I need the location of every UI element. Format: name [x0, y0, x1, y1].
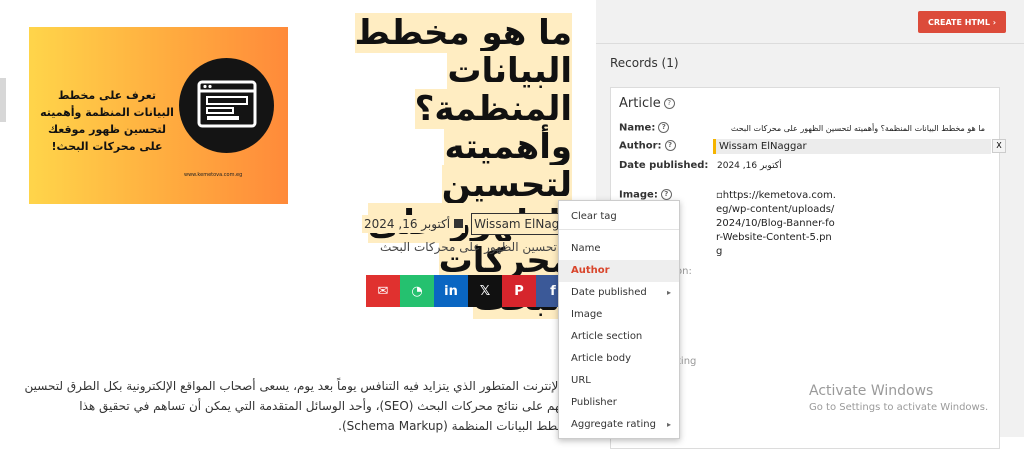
menu-item-publisher[interactable]: Publisher [559, 392, 679, 414]
help-icon[interactable]: ? [660, 189, 672, 200]
menu-item-clear-tag[interactable]: Clear tag [559, 206, 679, 228]
remove-author-button[interactable]: X [992, 139, 1006, 153]
help-icon[interactable]: ? [664, 140, 676, 151]
linkedin-icon[interactable]: in [434, 275, 468, 307]
menu-item-label: Name [571, 243, 601, 254]
activate-subtitle: Go to Settings to activate Windows. [809, 402, 989, 413]
date-published-value: أكتوبر 16, 2024 [717, 161, 782, 171]
banner-text: تعرف على مخطط البيانات المنظمة وأهميته ل… [40, 89, 174, 153]
author-label-text: Author: [619, 140, 662, 152]
menu-item-url[interactable]: URL [559, 370, 679, 392]
date-published-label: Date published: [619, 160, 709, 171]
publish-date-text: أكتوبر 16, 2024 [364, 217, 451, 231]
menu-item-label: Date published [571, 287, 647, 298]
article-title: ما هو مخطط البيانات المنظمة؟ وأهميته لتح… [340, 13, 572, 319]
create-html-label: CREATE HTML [927, 17, 990, 27]
help-icon[interactable]: ? [658, 122, 670, 133]
article-body: عالم الإنترنت المتطور الذي يتزايد فيه ال… [0, 376, 596, 436]
submenu-arrow-icon: ▸ [666, 288, 671, 297]
body-line: هو مخطط البيانات المنظمة (Schema Markup)… [338, 419, 588, 433]
menu-item-label: Publisher [571, 397, 617, 408]
name-value: ما هو مخطط البيانات المنظمة؟ وأهميته لتح… [730, 124, 985, 133]
pinterest-icon[interactable]: P [502, 275, 536, 307]
menu-item-label: Clear tag [571, 211, 617, 222]
banner-url: www.kemetova.com.eg [184, 172, 243, 178]
menu-item-aggregate-rating[interactable]: Aggregate rating ▸ [559, 414, 679, 436]
menu-item-date-published[interactable]: Date published ▸ [559, 282, 679, 304]
image-value: ▫https://kemetova.com.eg/wp-content/uplo… [716, 189, 836, 259]
record-heading: Article? [619, 96, 675, 111]
article-subtitle: تحسين الظهور على محركات البحث [380, 240, 557, 254]
menu-item-label: URL [571, 375, 591, 386]
article-title-text: ما هو مخطط البيانات المنظمة؟ وأهميته لتح… [354, 13, 572, 319]
menu-separator [559, 229, 679, 230]
chevron-right-icon: › [992, 17, 997, 27]
email-icon[interactable]: ✉ [366, 275, 400, 307]
body-line: عالم الإنترنت المتطور الذي يتزايد فيه ال… [24, 379, 588, 393]
x-icon[interactable]: 𝕏 [468, 275, 502, 307]
record-heading-text: Article [619, 96, 661, 111]
name-label-text: Name: [619, 122, 656, 134]
body-line: مواقعهم على نتائج محركات البحث (SEO)، وأ… [79, 399, 588, 413]
activate-title: Activate Windows [809, 383, 934, 399]
menu-item-image[interactable]: Image [559, 304, 679, 326]
menu-item-label: Article body [571, 353, 631, 364]
author-value[interactable]: Wissam ElNaggar [713, 139, 991, 154]
records-count: Records (1) [610, 56, 679, 70]
share-buttons: ✉ ◔ in 𝕏 Pf [366, 275, 570, 307]
browser-window-icon [179, 58, 274, 153]
menu-item-name[interactable]: Name [559, 238, 679, 260]
menu-item-author[interactable]: Author [559, 260, 679, 282]
menu-item-label: Image [571, 309, 603, 320]
image-url: https://kemetova.com.eg/wp-content/uploa… [716, 190, 836, 257]
article-meta: أكتوبر 16, 2024 Wissam ElNaggar [362, 212, 583, 236]
image-label-text: Image: [619, 189, 658, 201]
author-label: Author:? [619, 140, 676, 152]
article-page: تعرف على مخطط البيانات المنظمة وأهميته ل… [0, 0, 596, 437]
panel-divider [596, 43, 1024, 44]
menu-item-article-section[interactable]: Article section [559, 326, 679, 348]
menu-item-article-body[interactable]: Article body [559, 348, 679, 370]
submenu-arrow-icon: ▸ [666, 420, 671, 429]
publish-date: أكتوبر 16, 2024 [362, 215, 466, 233]
article-banner-image: تعرف على مخطط البيانات المنظمة وأهميته ل… [29, 27, 288, 204]
create-html-button[interactable]: CREATE HTML › [918, 11, 1006, 33]
windows-activation-watermark: Activate Windows Go to Settings to activ… [809, 383, 988, 413]
help-icon[interactable]: ? [663, 98, 675, 109]
context-menu: Clear tag Name Author Date published ▸ Image A… [558, 200, 680, 439]
broken-image-icon: ▫ [716, 190, 723, 201]
whatsapp-icon[interactable]: ◔ [400, 275, 434, 307]
menu-item-label: Aggregate rating [571, 419, 656, 430]
name-label: Name:? [619, 122, 670, 134]
menu-item-label: Article section [571, 331, 643, 342]
menu-item-label: Author [571, 265, 610, 276]
calendar-icon [454, 219, 464, 228]
scrollbar-thumb[interactable] [0, 78, 6, 122]
image-label: Image:? [619, 189, 672, 201]
